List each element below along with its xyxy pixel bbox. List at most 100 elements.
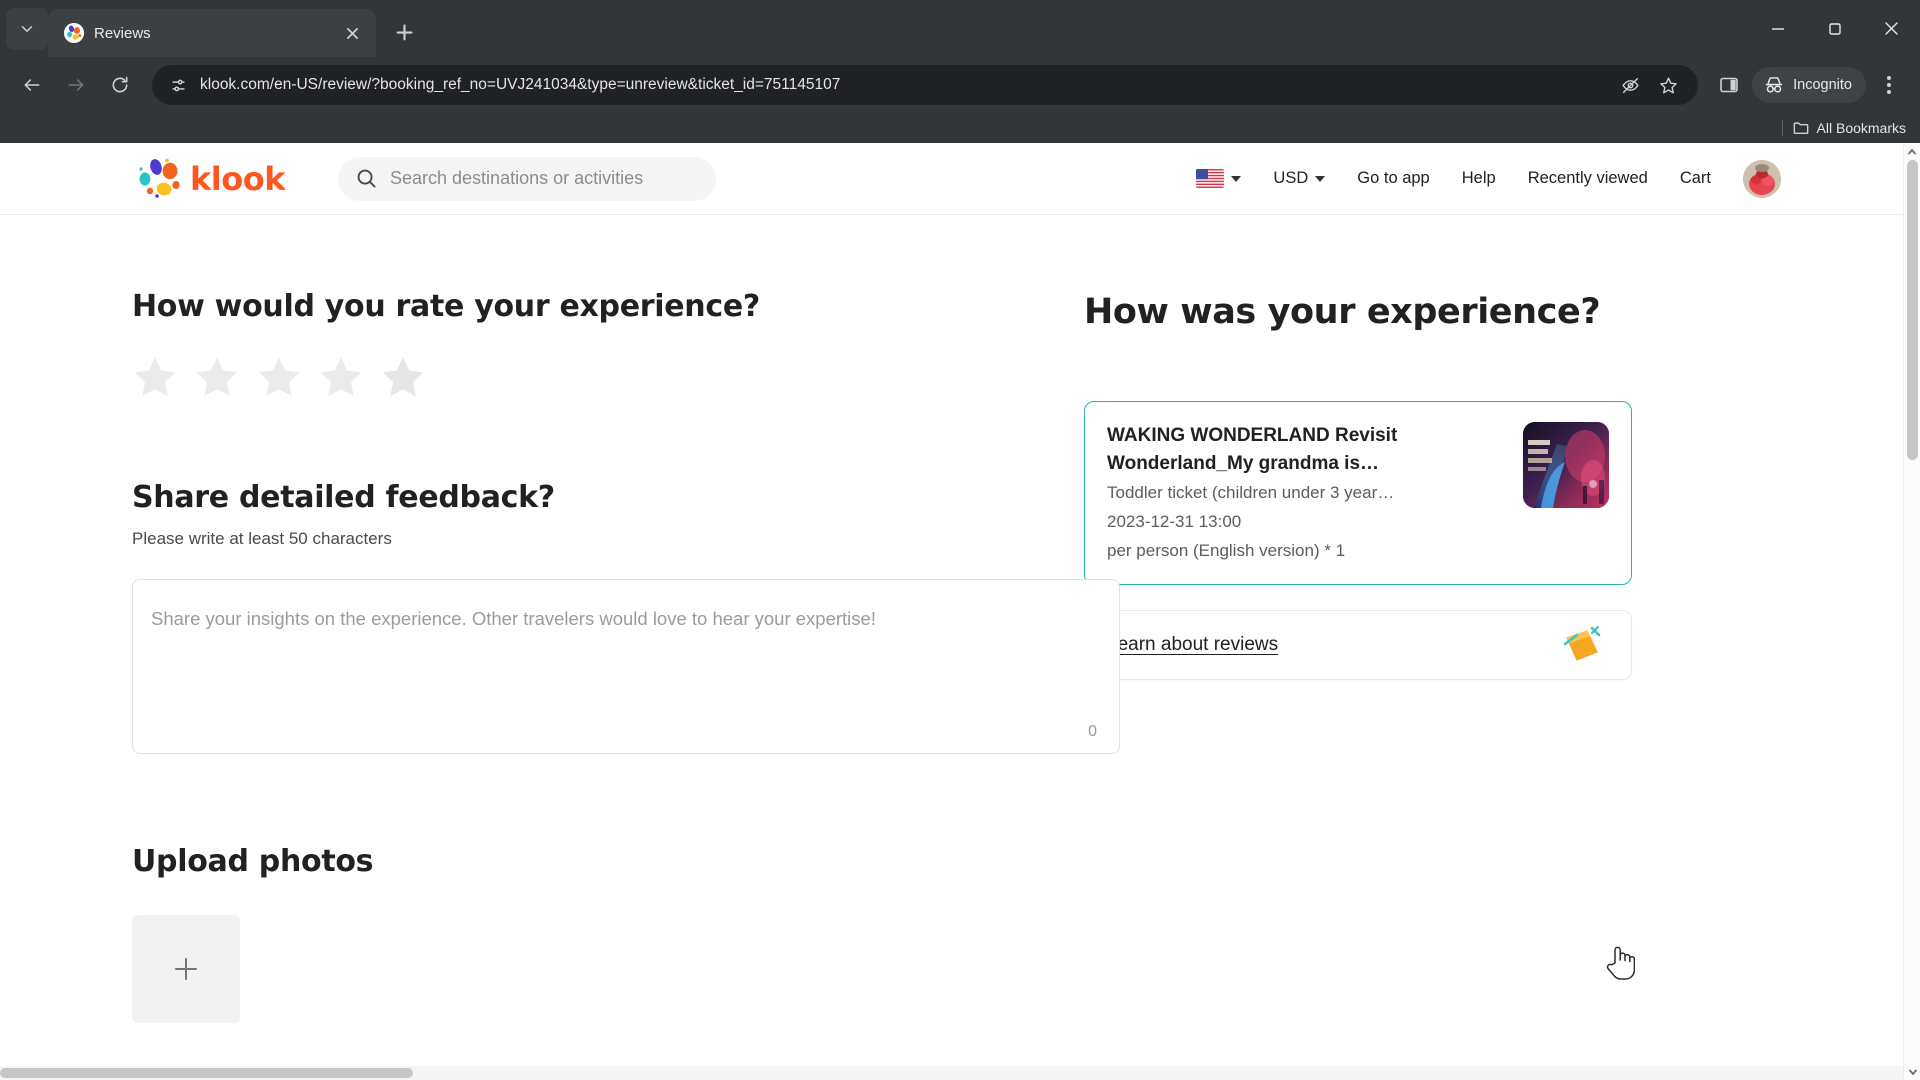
star-4[interactable]: [318, 354, 364, 400]
language-selector[interactable]: [1180, 169, 1257, 188]
cart-link[interactable]: Cart: [1664, 169, 1727, 188]
currency-label: USD: [1273, 169, 1309, 187]
help-label: Help: [1461, 169, 1496, 187]
site-header: klook Search destinations or activities: [0, 143, 1903, 215]
new-tab-button[interactable]: [384, 12, 424, 52]
horizontal-scrollbar[interactable]: [0, 1066, 1903, 1080]
scroll-thumb[interactable]: [1907, 160, 1918, 460]
user-avatar[interactable]: [1743, 159, 1781, 198]
feedback-textarea[interactable]: Share your insights on the experience. O…: [132, 579, 1120, 754]
tab-close-button[interactable]: [340, 21, 364, 45]
product-info: WAKING WONDERLAND Revisit Wonderland_My …: [1107, 422, 1505, 564]
star-2[interactable]: [194, 354, 240, 400]
product-title: WAKING WONDERLAND Revisit Wonderland_My …: [1107, 424, 1398, 474]
horizontal-scroll-thumb[interactable]: [0, 1068, 413, 1078]
klook-wordmark: klook: [190, 159, 286, 198]
sidebar-heading: How was your experience?: [1084, 292, 1601, 332]
klook-review-page: klook Search destinations or activities: [0, 143, 1903, 1080]
browser-toolbar: klook.com/en-US/review/?booking_ref_no=U…: [0, 57, 1920, 113]
incognito-label: Incognito: [1793, 77, 1852, 93]
rating-heading: How would you rate your experience?: [132, 289, 760, 324]
star-3[interactable]: [256, 354, 302, 400]
maximize-button[interactable]: [1806, 4, 1863, 54]
side-panel-icon: [1720, 77, 1738, 93]
bookmarks-bar: All Bookmarks: [0, 113, 1920, 143]
kebab-menu-icon: [1887, 74, 1891, 96]
tab-strip: Reviews: [0, 0, 1920, 57]
upload-heading: Upload photos: [132, 844, 374, 879]
help-link[interactable]: Help: [1446, 169, 1512, 188]
browser-tab[interactable]: Reviews: [48, 9, 376, 57]
chevron-down-icon: [1908, 1069, 1917, 1075]
search-input[interactable]: Search destinations or activities: [338, 156, 716, 201]
search-placeholder: Search destinations or activities: [390, 168, 644, 188]
incognito-indicator[interactable]: Incognito: [1752, 67, 1866, 103]
star-icon: [1659, 76, 1677, 93]
currency-selector[interactable]: USD: [1257, 169, 1341, 188]
klook-favicon: [64, 23, 84, 43]
forward-button[interactable]: [56, 65, 96, 105]
all-bookmarks-button[interactable]: All Bookmarks: [1793, 120, 1906, 136]
chevron-down-icon: [1315, 175, 1326, 182]
plus-icon: [175, 958, 197, 980]
all-bookmarks-label: All Bookmarks: [1816, 120, 1906, 136]
star-1[interactable]: [132, 354, 178, 400]
eye-off-icon: [1621, 77, 1639, 93]
back-button[interactable]: [12, 65, 52, 105]
window-controls: [1749, 0, 1920, 57]
tune-icon: [172, 79, 184, 91]
product-package: Toddler ticket (children under 3 year…: [1107, 482, 1395, 502]
close-icon: [346, 27, 358, 39]
scroll-down-area: [1904, 1063, 1920, 1080]
feedback-note: Please write at least 50 characters: [132, 529, 392, 548]
review-form: How would you rate your experience? Shar…: [0, 215, 1903, 1023]
tracking-protection-icon[interactable]: [1614, 69, 1646, 101]
incognito-icon: [1765, 77, 1783, 93]
tab-search-button[interactable]: [6, 8, 48, 50]
learn-about-reviews-link[interactable]: Learn about reviews: [1107, 634, 1278, 656]
vertical-scrollbar[interactable]: [1903, 143, 1920, 1080]
chrome-menu-button[interactable]: [1870, 65, 1908, 105]
tab-title: Reviews: [94, 24, 151, 42]
feedback-placeholder: Share your insights on the experience. O…: [151, 608, 876, 629]
browser-window: Reviews klook.com/en-US/review/?booking_…: [0, 0, 1920, 1080]
notepad-icon: [1559, 624, 1605, 666]
maximize-icon: [1828, 22, 1841, 35]
go-to-app-label: Go to app: [1357, 169, 1430, 187]
us-flag-icon: [1196, 169, 1225, 188]
chevron-down-icon: [21, 26, 33, 32]
reload-icon: [112, 76, 128, 93]
side-panel-button[interactable]: [1710, 66, 1748, 104]
minimize-button[interactable]: [1749, 4, 1806, 54]
minimize-icon: [1771, 27, 1784, 30]
forward-arrow-icon: [68, 79, 84, 91]
cart-label: Cart: [1679, 169, 1711, 187]
product-unit: per person (English version) * 1: [1107, 540, 1346, 560]
bookmark-star-icon[interactable]: [1652, 69, 1684, 101]
recently-viewed-link[interactable]: Recently viewed: [1512, 169, 1664, 188]
url-text: klook.com/en-US/review/?booking_ref_no=U…: [200, 76, 841, 93]
product-datetime: 2023-12-31 13:00: [1107, 511, 1242, 531]
reload-button[interactable]: [100, 65, 140, 105]
upload-photo-button[interactable]: [132, 915, 240, 1023]
close-window-button[interactable]: [1863, 4, 1920, 54]
page-viewport: klook Search destinations or activities: [0, 143, 1920, 1080]
header-nav: USD Go to app Help Recently viewed Cart: [1180, 159, 1903, 198]
star-5[interactable]: [380, 354, 426, 400]
character-counter: 0: [1088, 723, 1097, 740]
product-card[interactable]: WAKING WONDERLAND Revisit Wonderland_My …: [1084, 400, 1632, 586]
close-icon: [1885, 22, 1898, 35]
feedback-heading: Share detailed feedback?: [132, 480, 555, 515]
scroll-down-button[interactable]: [1904, 1063, 1920, 1080]
scroll-up-button[interactable]: [1904, 143, 1920, 160]
form-column: How would you rate your experience? Shar…: [0, 289, 1120, 1023]
site-settings-icon[interactable]: [168, 75, 188, 95]
address-bar[interactable]: klook.com/en-US/review/?booking_ref_no=U…: [152, 65, 1699, 105]
learn-about-reviews-card[interactable]: Learn about reviews: [1084, 610, 1632, 681]
divider: [1781, 120, 1783, 136]
star-rating[interactable]: [132, 354, 1000, 400]
folder-icon: [1793, 122, 1808, 135]
chevron-down-icon: [1231, 175, 1242, 182]
klook-logo[interactable]: klook: [132, 158, 286, 200]
go-to-app-link[interactable]: Go to app: [1341, 169, 1445, 188]
